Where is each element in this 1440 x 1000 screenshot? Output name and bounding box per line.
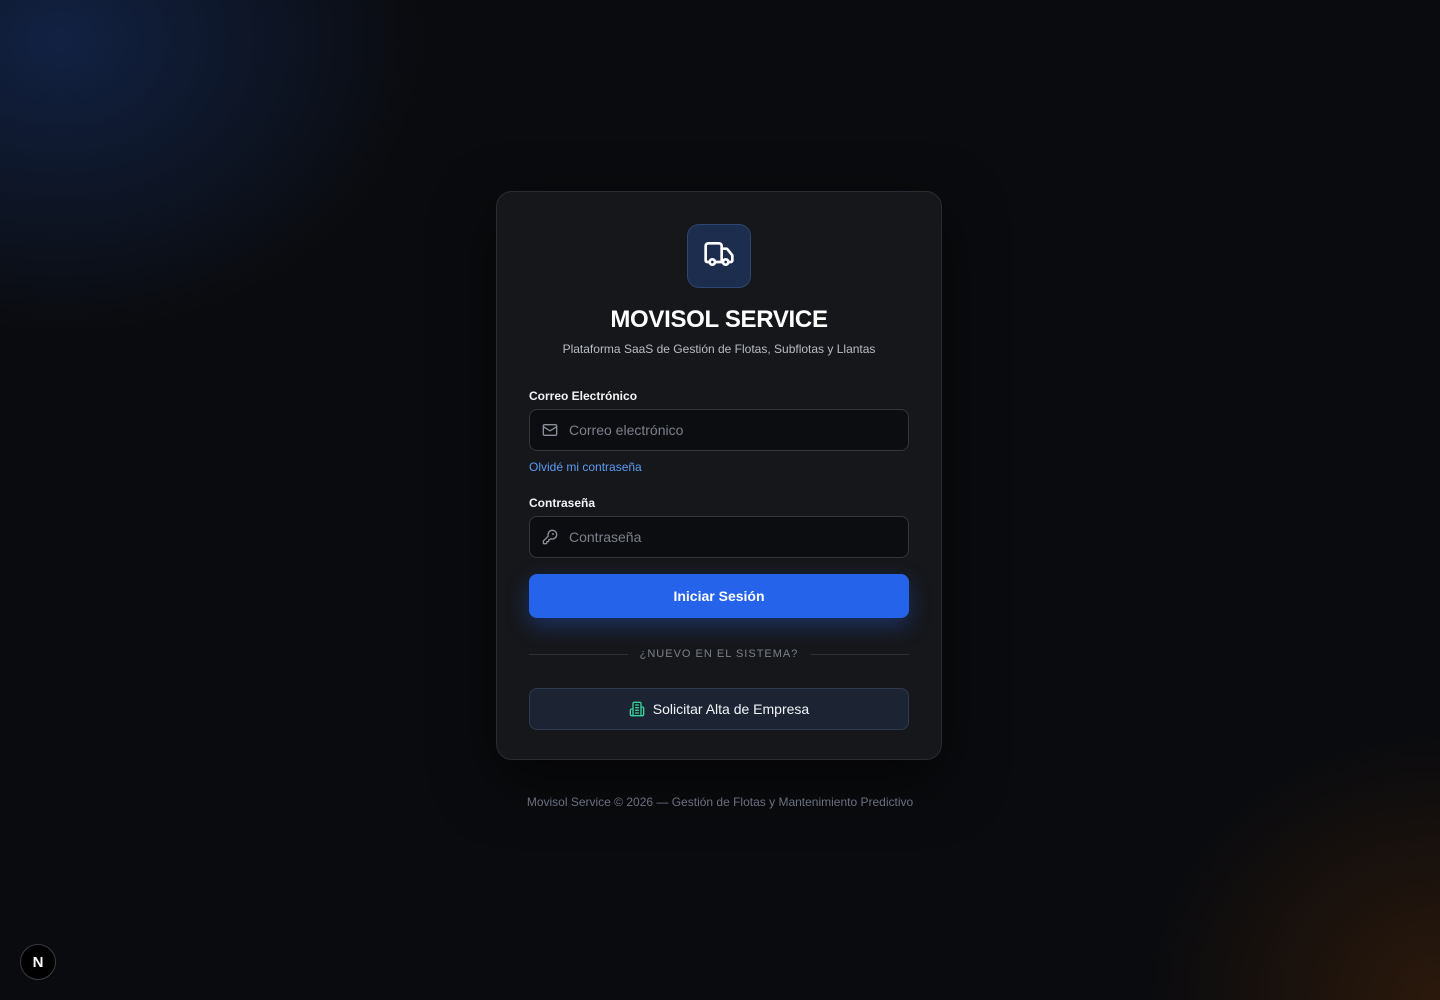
app-subtitle: Plataforma SaaS de Gestión de Flotas, Su… xyxy=(562,342,876,356)
divider-line-left xyxy=(529,653,628,655)
key-icon xyxy=(542,529,558,545)
footer-text: Movisol Service © 2026 — Gestión de Flot… xyxy=(526,795,914,809)
app-title: MOVISOL SERVICE xyxy=(610,306,828,333)
password-field-wrapper xyxy=(529,516,909,558)
login-card: MOVISOL SERVICE Plataforma SaaS de Gesti… xyxy=(496,191,942,760)
building-icon xyxy=(629,701,645,717)
password-input[interactable] xyxy=(567,516,908,558)
nextjs-dev-badge[interactable]: N xyxy=(20,944,56,980)
divider-text: ¿NUEVO EN EL SISTEMA? xyxy=(639,648,799,660)
nextjs-logo-icon: N xyxy=(32,953,44,971)
logo-badge xyxy=(687,224,751,288)
email-input[interactable] xyxy=(567,409,908,451)
mail-icon xyxy=(542,422,558,438)
login-button[interactable]: Iniciar Sesión xyxy=(529,574,909,618)
forgot-password-link[interactable]: Olvidé mi contraseña xyxy=(529,460,642,474)
email-label: Correo Electrónico xyxy=(529,389,638,403)
divider-line-right xyxy=(810,653,909,655)
request-company-signup-label: Solicitar Alta de Empresa xyxy=(652,701,810,717)
request-company-signup-button[interactable]: Solicitar Alta de Empresa xyxy=(529,688,909,730)
email-field-wrapper xyxy=(529,409,909,451)
password-label: Contraseña xyxy=(529,496,596,510)
signup-divider: ¿NUEVO EN EL SISTEMA? xyxy=(529,648,909,660)
truck-icon xyxy=(703,238,735,275)
